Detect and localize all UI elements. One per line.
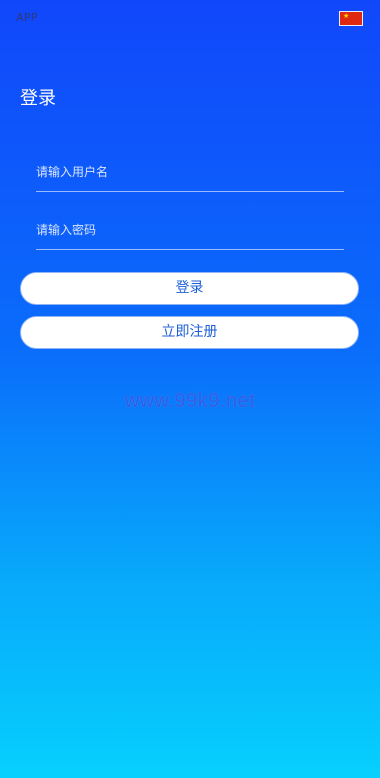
password-field (36, 210, 344, 250)
watermark-text: www.99k9.net (124, 390, 256, 412)
app-name: APP (16, 11, 38, 24)
password-input[interactable] (36, 210, 344, 249)
username-field (36, 152, 344, 192)
login-screen: APP ★ 登录 登录 立即注册 www.99k9.net (0, 0, 380, 778)
china-flag-icon[interactable]: ★ (339, 11, 363, 26)
register-button[interactable]: 立即注册 (20, 316, 359, 349)
top-bar: APP ★ (0, 0, 380, 34)
flag-big-star: ★ (343, 12, 350, 20)
page-title: 登录 (20, 88, 56, 109)
login-button[interactable]: 登录 (20, 272, 359, 305)
username-input[interactable] (36, 152, 344, 191)
